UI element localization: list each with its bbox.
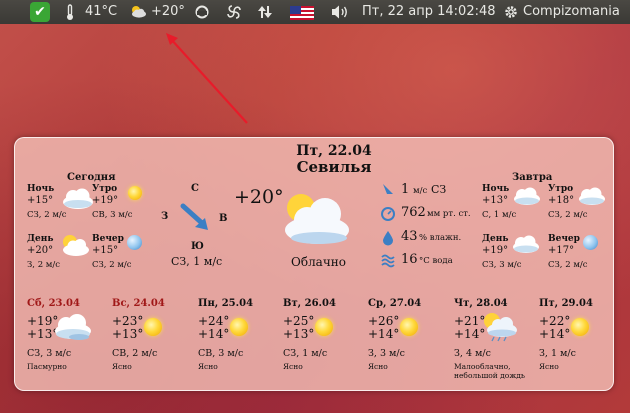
forecast-wind: СЗ, 1 м/с <box>283 348 328 359</box>
tomorrow-day-wind: СЗ, 3 м/с <box>482 260 522 270</box>
forecast-wind: СЗ, 3 м/с <box>27 348 72 359</box>
forecast-high-temp: +25° <box>283 314 315 328</box>
moon-icon <box>583 235 598 250</box>
today-night-label: Ночь <box>27 184 55 194</box>
widget-city: Севилья <box>296 158 372 176</box>
forecast-condition: Ясно <box>112 362 132 371</box>
sun-icon <box>144 318 162 336</box>
forecast-condition: Малооблачно, <box>454 362 511 371</box>
forecast-low-temp: +14° <box>198 327 230 341</box>
humidity-drop-icon <box>383 231 393 246</box>
forecast-low-temp: +13° <box>283 327 315 341</box>
stat-water-value: 16 <box>401 252 418 267</box>
today-morning-temp: +19° <box>92 195 119 206</box>
forecast-high-temp: +24° <box>198 314 230 328</box>
pressure-gauge-icon <box>381 207 395 221</box>
tomorrow-evening-label: Вечер <box>548 234 580 244</box>
widget-date: Пт, 22.04 <box>296 143 372 159</box>
sun-icon <box>128 186 142 200</box>
stat-water-unit: °С вода <box>419 256 453 266</box>
tomorrow-morning-label: Утро <box>548 184 574 194</box>
sun-icon <box>400 318 418 336</box>
compass-east: В <box>219 213 228 224</box>
cloud-icon <box>63 188 93 209</box>
today-evening-wind: СЗ, 2 м/с <box>92 260 132 270</box>
weather-widget[interactable]: Пт, 22.04 Севилья Сегодня Ночь +15° СЗ, … <box>14 137 614 391</box>
rain-cloud-icon <box>484 313 517 342</box>
forecast-condition-2: небольшой дождь <box>454 371 525 380</box>
forecast-low-temp: +14° <box>368 327 400 341</box>
sun-icon <box>315 318 333 336</box>
forecast-low-temp: +13° <box>112 327 144 341</box>
tomorrow-night-label: Ночь <box>482 184 510 194</box>
forecast-day-name: Пн, 25.04 <box>198 298 254 309</box>
forecast-day-name: Сб, 23.04 <box>27 298 80 309</box>
tomorrow-morning-wind: СЗ, 2 м/с <box>548 210 588 220</box>
forecast-condition: Ясно <box>198 362 218 371</box>
forecast-condition: Ясно <box>283 362 303 371</box>
forecast-condition: Пасмурно <box>27 362 67 371</box>
compass-west: З <box>161 211 169 222</box>
stat-wind-unit: м/с <box>413 186 428 196</box>
forecast-high-temp: +23° <box>112 314 144 328</box>
annotation-arrow <box>166 33 248 124</box>
sun-cloud-icon <box>63 235 89 256</box>
forecast-high-temp: +22° <box>539 314 571 328</box>
wind-icon <box>383 184 393 194</box>
cloud-icon <box>513 235 539 253</box>
tomorrow-title: Завтра <box>512 172 553 183</box>
cloudy-icon <box>285 194 349 244</box>
tomorrow-night-temp: +13° <box>482 195 509 206</box>
compass-south: Ю <box>191 241 204 252</box>
tomorrow-evening-wind: СЗ, 2 м/с <box>548 260 588 270</box>
today-morning-label: Утро <box>92 184 118 194</box>
forecast-condition: Ясно <box>539 362 559 371</box>
forecast-condition: Ясно <box>368 362 388 371</box>
today-evening-label: Вечер <box>92 234 124 244</box>
today-title: Сегодня <box>67 172 116 183</box>
sun-icon <box>230 318 248 336</box>
forecast-day-name: Чт, 28.04 <box>454 298 508 309</box>
forecast-day-name: Вт, 26.04 <box>283 298 336 309</box>
stat-wind-value: 1 <box>401 182 410 197</box>
forecast-high-temp: +26° <box>368 314 400 328</box>
forecast-wind: СВ, 2 м/с <box>112 348 158 359</box>
tomorrow-evening-temp: +17° <box>548 245 575 256</box>
today-day-wind: З, 2 м/с <box>27 260 61 270</box>
forecast-wind: З, 1 м/с <box>539 348 576 359</box>
stat-pressure-unit: мм рт. ст. <box>427 209 471 219</box>
stat-humidity-unit: % влажн. <box>419 233 462 243</box>
stat-humidity-value: 43 <box>401 229 418 244</box>
sun-icon <box>571 318 589 336</box>
compass-wind: СЗ, 1 м/с <box>171 255 223 268</box>
forecast-day-name: Ср, 27.04 <box>368 298 422 309</box>
wind-direction-arrow-icon <box>180 203 208 230</box>
tomorrow-day-temp: +19° <box>482 245 509 256</box>
today-night-wind: СЗ, 2 м/с <box>27 210 67 220</box>
tomorrow-day-label: День <box>482 234 509 244</box>
stat-wind-dir: СЗ <box>431 183 447 196</box>
cloud-icon <box>579 187 605 205</box>
today-evening-temp: +15° <box>92 245 119 256</box>
tomorrow-night-wind: С, 1 м/с <box>482 210 517 220</box>
forecast-low-temp: +14° <box>539 327 571 341</box>
compass-north: С <box>191 183 199 194</box>
forecast-day-name: Вс, 24.04 <box>112 298 165 309</box>
today-night-temp: +15° <box>27 195 54 206</box>
tomorrow-morning-temp: +18° <box>548 195 575 206</box>
today-day-temp: +20° <box>27 245 54 256</box>
today-morning-wind: СВ, 3 м/с <box>92 210 133 220</box>
forecast-wind: З, 3 м/с <box>368 348 405 359</box>
stat-pressure-value: 762 <box>401 205 426 220</box>
overcast-icon <box>55 314 91 340</box>
current-condition: Облачно <box>291 255 346 269</box>
forecast-wind: СВ, 3 м/с <box>198 348 244 359</box>
forecast-wind: З, 4 м/с <box>454 348 491 359</box>
forecast-day-name: Пт, 29.04 <box>539 298 593 309</box>
moon-icon <box>127 235 142 250</box>
water-waves-icon <box>381 254 395 268</box>
today-day-label: День <box>27 234 54 244</box>
cloud-icon <box>514 187 540 205</box>
